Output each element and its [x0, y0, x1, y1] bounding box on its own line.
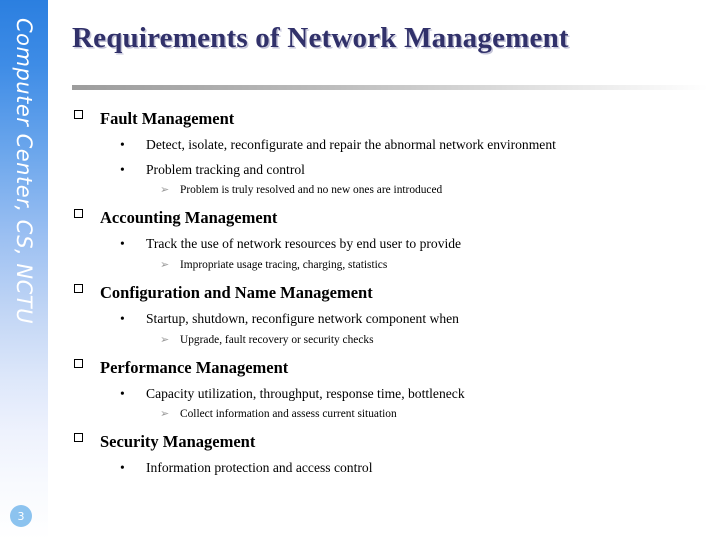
outline-item-level1: Fault Management	[72, 108, 712, 129]
outline-item-level1: Accounting Management	[72, 207, 712, 228]
gray-arrowhead-bullet: ➢	[160, 259, 170, 272]
outline-item-text: Fault Management	[100, 109, 235, 128]
outline-item-level2: • Startup, shutdown, reconfigure network …	[72, 310, 712, 328]
outline-item-level2: • Information protection and access contr…	[72, 459, 712, 477]
sidebar-branding-label: Computer Center, CS, NCTU	[12, 18, 36, 324]
outline-item-text: Impropriate usage tracing, charging, sta…	[180, 259, 388, 272]
outline-item-text: Detect, isolate, reconfigurate and repai…	[146, 137, 556, 153]
outline-item-level2: • Problem tracking and control	[72, 161, 712, 179]
hollow-square-bullet	[74, 358, 83, 368]
outline-item-text: Problem is truly resolved and no new one…	[180, 184, 443, 197]
outline-item-level3: ➢ Upgrade, fault recovery or security che…	[72, 333, 712, 348]
outline-item-level2: • Detect, isolate, reconfigurate and repa…	[72, 136, 712, 154]
outline-item-text: Configuration and Name Management	[100, 282, 373, 302]
hollow-square-bullet	[74, 433, 83, 443]
page-number-badge: 3	[10, 505, 32, 527]
hollow-square-bullet	[74, 209, 83, 219]
outline-item-text: Security Management	[100, 432, 256, 452]
outline-item-text: Collect information and assess current s…	[180, 408, 397, 421]
outline-item-text: Startup, shutdown, reconfigure network c…	[146, 311, 459, 326]
outline-item-level3: ➢ Collect information and assess current …	[72, 407, 712, 422]
round-dot-bullet: •	[120, 311, 125, 326]
slide-canvas: Computer Center, CS, NCTU 3 Requirements…	[0, 0, 720, 540]
outline-item-level2: • Capacity utilization, throughput, respo…	[72, 385, 712, 403]
round-dot-bullet: •	[120, 460, 125, 476]
outline-item-text: Accounting Management	[100, 208, 278, 228]
outline-item-level1: Performance Management	[72, 357, 712, 378]
outline-item-level1: Configuration and Name Management	[72, 282, 712, 303]
title-divider-rule	[72, 85, 708, 90]
hollow-square-bullet	[74, 110, 83, 119]
outline-item-text: Performance Management	[100, 357, 289, 377]
outline-item-text: Upgrade, fault recovery or security chec…	[180, 333, 374, 346]
outline-item-level1: Security Management	[72, 431, 712, 452]
outline-body: Fault Management • Detect, isolate, reconf…	[72, 108, 712, 477]
outline-item-text: Track the use of network resources by en…	[146, 236, 462, 252]
outline-item-text: Information protection and access contro…	[146, 460, 373, 476]
sidebar-gradient-band: Computer Center, CS, NCTU 3	[0, 0, 48, 540]
outline-item-level3: ➢ Problem is truly resolved and no new on…	[72, 183, 712, 198]
round-dot-bullet: •	[120, 385, 125, 401]
round-dot-bullet: •	[120, 137, 125, 153]
gray-arrowhead-bullet: ➢	[160, 333, 170, 346]
outline-item-level2: • Track the use of network resources by e…	[72, 235, 712, 253]
outline-item-text: Problem tracking and control	[146, 161, 305, 177]
round-dot-bullet: •	[120, 236, 125, 252]
outline-item-text: Capacity utilization, throughput, respon…	[146, 385, 465, 401]
gray-arrowhead-bullet: ➢	[160, 184, 170, 197]
outline-item-level3: ➢ Impropriate usage tracing, charging, st…	[72, 258, 712, 273]
round-dot-bullet: •	[120, 161, 125, 177]
hollow-square-bullet	[74, 283, 83, 293]
page-title: Requirements of Network Management	[72, 22, 569, 54]
gray-arrowhead-bullet: ➢	[160, 408, 170, 421]
